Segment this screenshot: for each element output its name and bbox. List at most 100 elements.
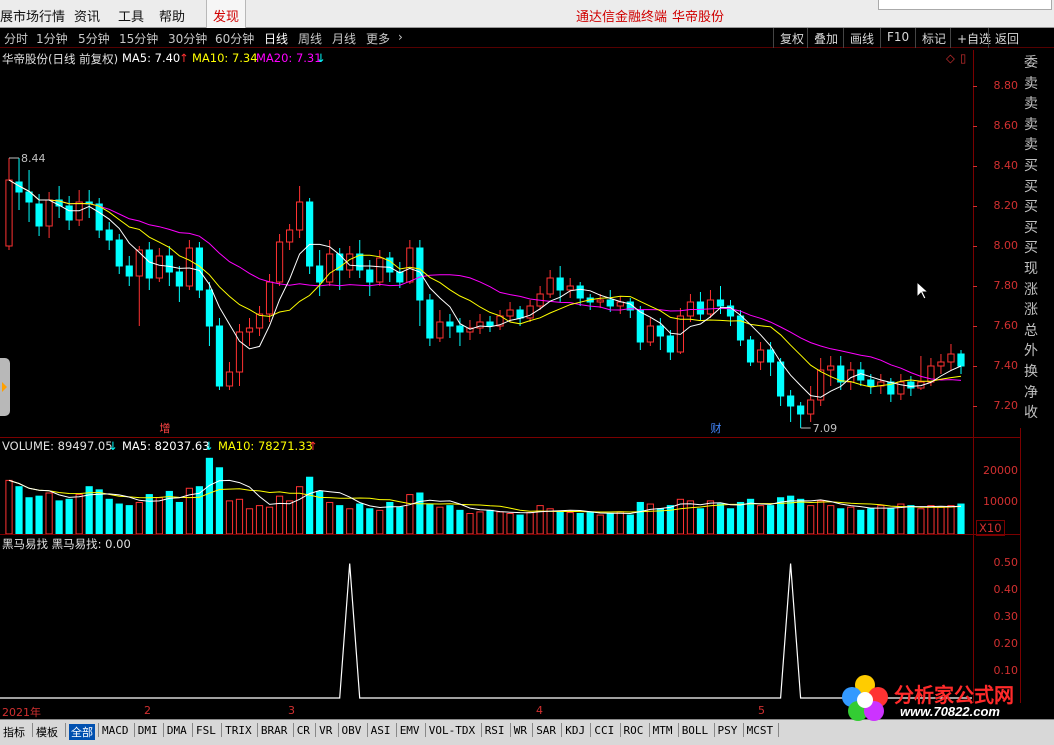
event-marker-cai[interactable]: 财 [710, 421, 721, 435]
indicator-tab[interactable]: WR [514, 724, 527, 737]
candle-down [366, 269, 374, 283]
candlestick-chart[interactable]: 8.44 7.09 增 财 [0, 66, 972, 436]
indicator-line [0, 563, 972, 699]
tab-separator [509, 723, 511, 737]
diamond-icon[interactable]: ◇ [946, 51, 955, 65]
tab-separator [778, 723, 780, 737]
candle-down [215, 325, 224, 387]
indicator-tab[interactable]: FSL [196, 724, 216, 737]
tab-separator [366, 723, 368, 737]
candle-down [576, 285, 584, 299]
candle-up [185, 247, 193, 287]
indicator-tab[interactable]: BOLL [682, 724, 709, 737]
period-60min[interactable]: 60分钟 [215, 30, 254, 47]
indicator-tab[interactable]: OBV [342, 724, 362, 737]
volume-bar [356, 503, 364, 534]
overlay-button[interactable]: 叠加 [807, 28, 844, 48]
indicator-tab[interactable]: CR [297, 724, 310, 737]
volume-bar [877, 505, 885, 534]
date-label: 2 [144, 704, 151, 717]
candle-down [716, 299, 725, 307]
f10-button[interactable]: F10 [880, 28, 915, 48]
volume-bar [5, 479, 13, 534]
period-5min[interactable]: 5分钟 [78, 30, 110, 47]
discover-button[interactable]: 发现 [206, 0, 246, 28]
volume-bar [566, 512, 574, 534]
volume-bar [957, 503, 965, 534]
side-panel-label: 净 [1024, 384, 1038, 401]
side-panel-label: 收 [1024, 405, 1038, 422]
period-15min[interactable]: 15分钟 [119, 30, 158, 47]
period-daily[interactable]: 日线 [264, 30, 288, 47]
indicator-tab[interactable]: CCI [594, 724, 614, 737]
volume-bar [726, 508, 735, 534]
indicator-tab[interactable]: MCST [747, 724, 774, 737]
volume-bar [75, 494, 83, 534]
volume-bar [115, 503, 123, 534]
indicator-tab[interactable]: 指标 [3, 724, 25, 740]
indicator-chart[interactable] [0, 550, 972, 702]
menu-help[interactable]: 帮助 [159, 6, 185, 25]
indicator-tab[interactable]: DMI [138, 724, 158, 737]
menu-market[interactable]: 展市场行情 [0, 6, 65, 25]
menu-tools[interactable]: 工具 [118, 6, 144, 25]
indicator-tab[interactable]: ASI [371, 724, 391, 737]
chevron-right-icon[interactable]: › [398, 30, 403, 44]
volume-chart[interactable] [0, 452, 972, 534]
indicator-tab[interactable]: DMA [167, 724, 187, 737]
collapse-handle[interactable] [0, 358, 10, 416]
indicator-tab[interactable]: 全部 [69, 724, 95, 740]
side-panel-label: 总 [1024, 322, 1038, 339]
menu-news[interactable]: 资讯 [74, 6, 100, 25]
volume-bar [336, 505, 344, 534]
price-tick-label: 8.00 [993, 239, 1019, 252]
indicator-tab[interactable]: PSY [718, 724, 738, 737]
indicator-tab[interactable]: SAR [536, 724, 556, 737]
window-icon[interactable]: ▯ [960, 51, 966, 65]
indicator-tab[interactable]: ROC [624, 724, 644, 737]
indicator-tick-label: 0.20 [993, 637, 1019, 651]
indicator-tick-label: 0.30 [993, 610, 1019, 624]
volume-bar [837, 508, 845, 534]
indicator-tab[interactable]: BRAR [261, 724, 288, 737]
side-panel-label: 买 [1024, 158, 1038, 174]
candle-down [125, 265, 133, 277]
period-1min[interactable]: 1分钟 [36, 30, 68, 47]
period-30min[interactable]: 30分钟 [168, 30, 207, 47]
adjust-button[interactable]: 复权 [773, 28, 810, 48]
price-tick-mark [973, 206, 977, 207]
indicator-tab[interactable]: VOL-TDX [429, 724, 475, 737]
volume-bar [406, 494, 414, 534]
indicator-tab[interactable]: KDJ [565, 724, 585, 737]
candle-down [656, 325, 664, 337]
indicator-tab[interactable]: TRIX [225, 724, 252, 737]
candle-up [756, 349, 765, 363]
ma20-label: MA20: 7.31 [256, 51, 322, 65]
indicator-tab[interactable]: VR [319, 724, 332, 737]
volume-bar [205, 457, 214, 534]
volume-bar [696, 508, 705, 534]
volume-bar [175, 501, 183, 534]
period-more[interactable]: 更多 [366, 30, 390, 47]
indicator-tab[interactable]: RSI [485, 724, 505, 737]
event-marker-zeng[interactable]: 增 [159, 421, 170, 435]
indicator-tab[interactable]: 模板 [36, 724, 58, 740]
period-weekly[interactable]: 周线 [298, 30, 322, 47]
indicator-tab[interactable]: MACD [102, 724, 129, 737]
draw-line-button[interactable]: 画线 [843, 28, 880, 48]
window-control-area [878, 0, 1052, 10]
indicator-tab[interactable]: EMV [400, 724, 420, 737]
candle-up [5, 179, 13, 247]
period-intraday[interactable]: 分时 [4, 30, 28, 47]
stock-name-label: 华帝股份(日线 前复权) [2, 52, 119, 66]
candle-up [546, 277, 554, 295]
indicator-tab[interactable]: MTM [653, 724, 673, 737]
volume-bar [606, 513, 614, 534]
ma20-arrow-icon: ↓ [316, 51, 326, 65]
volume-bar [756, 505, 765, 534]
mark-button[interactable]: 标记 [915, 28, 952, 48]
candle-up [346, 253, 354, 271]
period-monthly[interactable]: 月线 [332, 30, 356, 47]
back-button[interactable]: 返回 [988, 28, 1025, 48]
volume-bar [917, 508, 925, 534]
